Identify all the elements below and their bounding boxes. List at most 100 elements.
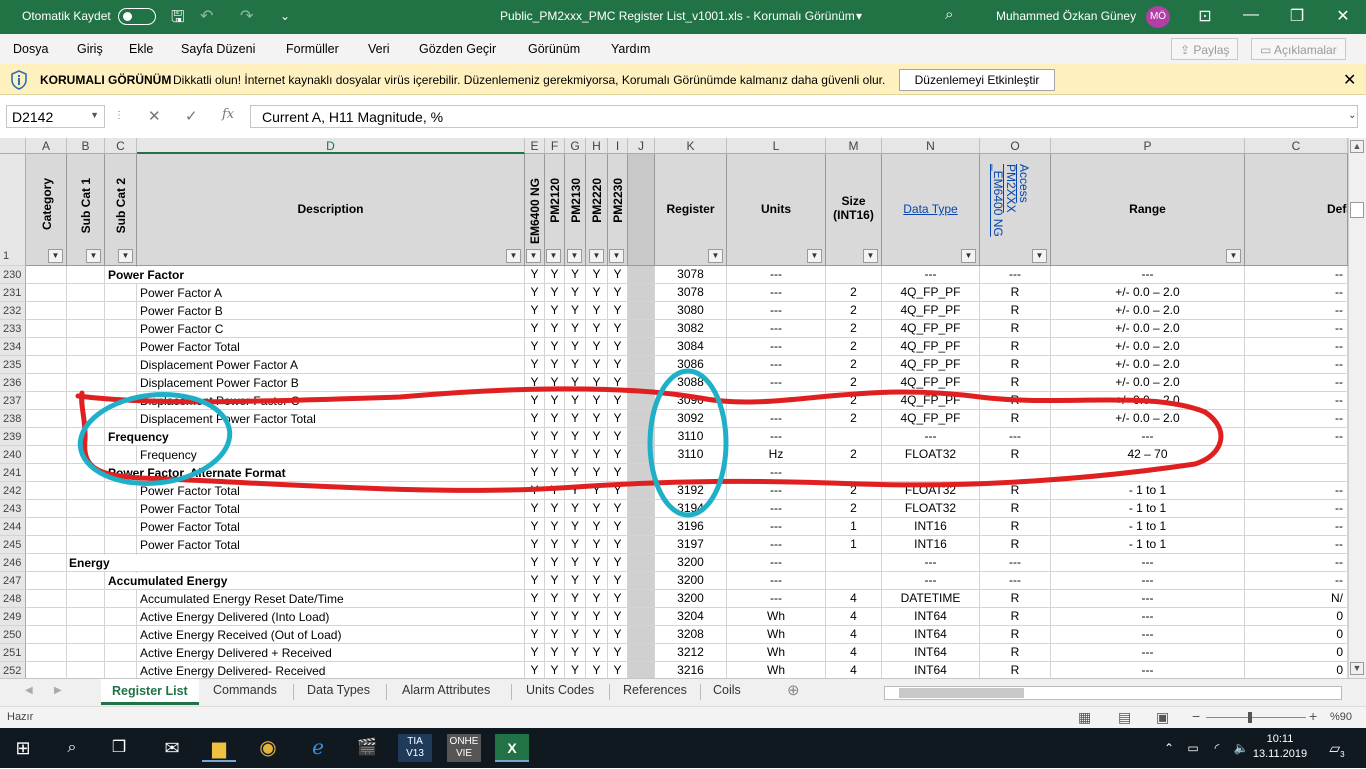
cell-register[interactable]: 3110 <box>655 446 727 464</box>
row-header[interactable]: 1 <box>0 154 26 266</box>
cell-range[interactable]: --- <box>1051 644 1245 662</box>
cell-flag[interactable]: Y <box>608 410 628 428</box>
column-header-d[interactable]: D <box>137 138 525 154</box>
cell-a[interactable] <box>26 356 67 374</box>
cell-range[interactable]: +/- 0.0 – 2.0 <box>1051 410 1245 428</box>
cell-range[interactable]: +/- 0.0 – 2.0 <box>1051 302 1245 320</box>
filter-dropdown-icon[interactable]: ▼ <box>526 249 541 263</box>
row-header[interactable]: 238 <box>0 410 26 428</box>
cell-data-type[interactable]: INT16 <box>882 536 980 554</box>
cell-j[interactable] <box>628 626 655 644</box>
cell-units[interactable]: Wh <box>727 626 826 644</box>
cell-flag[interactable]: Y <box>545 338 565 356</box>
cell-flag[interactable]: Y <box>586 302 608 320</box>
column-header-c[interactable]: C <box>105 138 137 154</box>
cell-c[interactable] <box>105 320 137 338</box>
filter-dropdown-icon[interactable]: ▼ <box>48 249 63 263</box>
cell-size[interactable] <box>826 428 882 446</box>
cell-range[interactable]: +/- 0.0 – 2.0 <box>1051 392 1245 410</box>
cell-size[interactable]: 1 <box>826 536 882 554</box>
column-header-p[interactable]: P <box>1051 138 1245 154</box>
cell-c[interactable] <box>105 518 137 536</box>
menu-gozden-gecir[interactable]: Gözden Geçir <box>419 42 496 56</box>
cell-flag[interactable]: Y <box>565 266 586 284</box>
cell-units[interactable]: --- <box>727 482 826 500</box>
cell-a[interactable] <box>26 266 67 284</box>
cell-flag[interactable]: Y <box>545 572 565 590</box>
cell-units[interactable]: Wh <box>727 608 826 626</box>
cell-a[interactable] <box>26 320 67 338</box>
cell-flag[interactable]: Y <box>608 356 628 374</box>
cell-flag[interactable]: Y <box>608 518 628 536</box>
cell-data-type[interactable]: 4Q_FP_PF <box>882 302 980 320</box>
cell-j[interactable] <box>628 482 655 500</box>
select-all-corner[interactable] <box>0 138 26 154</box>
cell-access[interactable] <box>980 464 1051 482</box>
filter-dropdown-icon[interactable]: ▼ <box>807 249 822 263</box>
cell-b[interactable] <box>67 302 105 320</box>
cell-flag[interactable]: Y <box>608 266 628 284</box>
cell-default[interactable]: -- <box>1245 356 1348 374</box>
row-header[interactable]: 232 <box>0 302 26 320</box>
row-header[interactable]: 230 <box>0 266 26 284</box>
cell-c[interactable] <box>105 608 137 626</box>
column-header-i[interactable]: I <box>608 138 628 154</box>
cell-a[interactable] <box>26 464 67 482</box>
cell-flag[interactable]: Y <box>565 374 586 392</box>
cell-register[interactable]: 3082 <box>655 320 727 338</box>
cell-description[interactable]: Active Energy Delivered- Received <box>139 663 523 678</box>
cell-access[interactable]: R <box>980 446 1051 464</box>
comments-button[interactable]: ▭ Açıklamalar <box>1251 38 1346 60</box>
cell-units[interactable]: --- <box>727 284 826 302</box>
cell-flag[interactable]: Y <box>525 446 545 464</box>
title-caret-icon[interactable]: ▾ <box>856 9 862 23</box>
cell-size[interactable]: 2 <box>826 410 882 428</box>
cell-flag[interactable]: Y <box>586 464 608 482</box>
cell-flag[interactable]: Y <box>525 554 545 572</box>
cell-access[interactable]: R <box>980 356 1051 374</box>
tab-alarm-attributes[interactable]: Alarm Attributes <box>402 683 490 697</box>
cell-flag[interactable]: Y <box>565 284 586 302</box>
filter-dropdown-icon[interactable]: ▼ <box>609 249 624 263</box>
cell-range[interactable]: - 1 to 1 <box>1051 482 1245 500</box>
cell-flag[interactable]: Y <box>586 410 608 428</box>
cell-flag[interactable]: Y <box>608 320 628 338</box>
cell-flag[interactable]: Y <box>525 464 545 482</box>
cell-a[interactable] <box>26 500 67 518</box>
cell-description[interactable]: Frequency <box>107 429 523 445</box>
cell-flag[interactable]: Y <box>565 662 586 678</box>
cell-flag[interactable]: Y <box>545 392 565 410</box>
cell-size[interactable] <box>826 464 882 482</box>
cell-data-type[interactable]: --- <box>882 572 980 590</box>
cell-register[interactable]: 3086 <box>655 356 727 374</box>
filter-dropdown-icon[interactable]: ▼ <box>1032 249 1047 263</box>
cell-default[interactable]: 0 <box>1245 626 1348 644</box>
cell-b[interactable] <box>67 608 105 626</box>
cell-b[interactable] <box>67 374 105 392</box>
cell-description[interactable]: Displacement Power Factor B <box>139 375 523 391</box>
cell-b[interactable] <box>67 446 105 464</box>
cell-flag[interactable]: Y <box>525 536 545 554</box>
cell-flag[interactable]: Y <box>525 302 545 320</box>
cell-flag[interactable]: Y <box>525 518 545 536</box>
customize-qat-icon[interactable]: ⌄ <box>280 9 290 23</box>
cell-flag[interactable]: Y <box>586 428 608 446</box>
cell-units[interactable]: Wh <box>727 662 826 678</box>
cell-flag[interactable]: Y <box>586 320 608 338</box>
cell-flag[interactable]: Y <box>586 500 608 518</box>
cancel-icon[interactable]: ✕ <box>148 107 161 125</box>
cell-description[interactable]: Power Factor C <box>139 321 523 337</box>
column-header-g[interactable]: G <box>565 138 586 154</box>
tab-prev-icon[interactable]: ◀ <box>25 685 33 696</box>
clock[interactable]: 10:11 13.11.2019 <box>1252 732 1308 762</box>
row-header[interactable]: 237 <box>0 392 26 410</box>
close-icon[interactable]: ✕ <box>1328 6 1358 26</box>
filter-dropdown-icon[interactable]: ▼ <box>708 249 723 263</box>
column-header-m[interactable]: M <box>826 138 882 154</box>
menu-yardim[interactable]: Yardım <box>611 42 650 56</box>
menu-giris[interactable]: Giriş <box>77 42 103 56</box>
cell-b[interactable] <box>67 338 105 356</box>
cell-range[interactable]: --- <box>1051 572 1245 590</box>
tab-references[interactable]: References <box>623 683 687 697</box>
cell-a[interactable] <box>26 284 67 302</box>
